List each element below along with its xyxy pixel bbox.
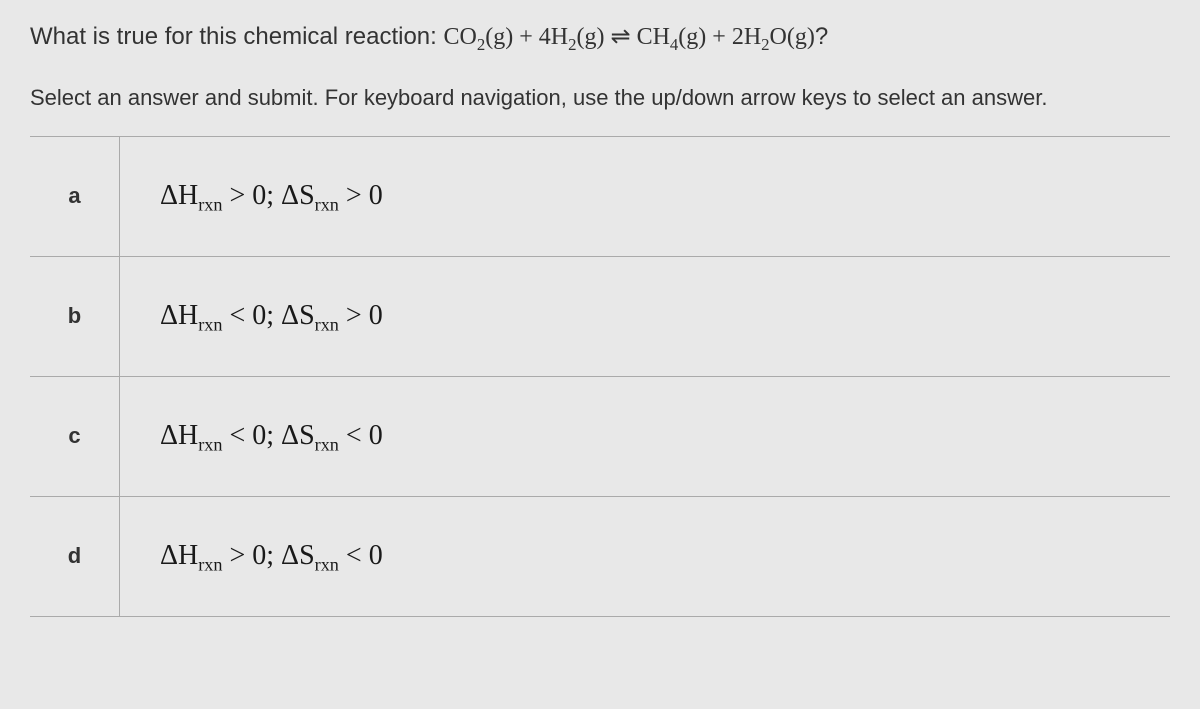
option-content: ΔHrxn > 0; ΔSrxn > 0 bbox=[120, 137, 1170, 256]
option-content: ΔHrxn > 0; ΔSrxn < 0 bbox=[120, 497, 1170, 616]
reaction-equation: CO2(g) + 4H2(g) ⇌ CH4(g) + 2H2O(g) bbox=[443, 24, 814, 50]
options-list: a ΔHrxn > 0; ΔSrxn > 0 b ΔHrxn < 0; ΔSrx… bbox=[30, 136, 1170, 617]
question-prefix: What is true for this chemical reaction: bbox=[30, 23, 443, 50]
option-letter: d bbox=[30, 497, 120, 616]
question-suffix: ? bbox=[815, 23, 828, 50]
option-letter: a bbox=[30, 137, 120, 256]
option-a[interactable]: a ΔHrxn > 0; ΔSrxn > 0 bbox=[30, 137, 1170, 257]
option-content: ΔHrxn < 0; ΔSrxn < 0 bbox=[120, 377, 1170, 496]
instruction-text: Select an answer and submit. For keyboar… bbox=[30, 85, 1170, 111]
option-content: ΔHrxn < 0; ΔSrxn > 0 bbox=[120, 257, 1170, 376]
option-c[interactable]: c ΔHrxn < 0; ΔSrxn < 0 bbox=[30, 377, 1170, 497]
option-d[interactable]: d ΔHrxn > 0; ΔSrxn < 0 bbox=[30, 497, 1170, 617]
option-letter: c bbox=[30, 377, 120, 496]
option-letter: b bbox=[30, 257, 120, 376]
question-text: What is true for this chemical reaction:… bbox=[30, 20, 1170, 55]
option-b[interactable]: b ΔHrxn < 0; ΔSrxn > 0 bbox=[30, 257, 1170, 377]
